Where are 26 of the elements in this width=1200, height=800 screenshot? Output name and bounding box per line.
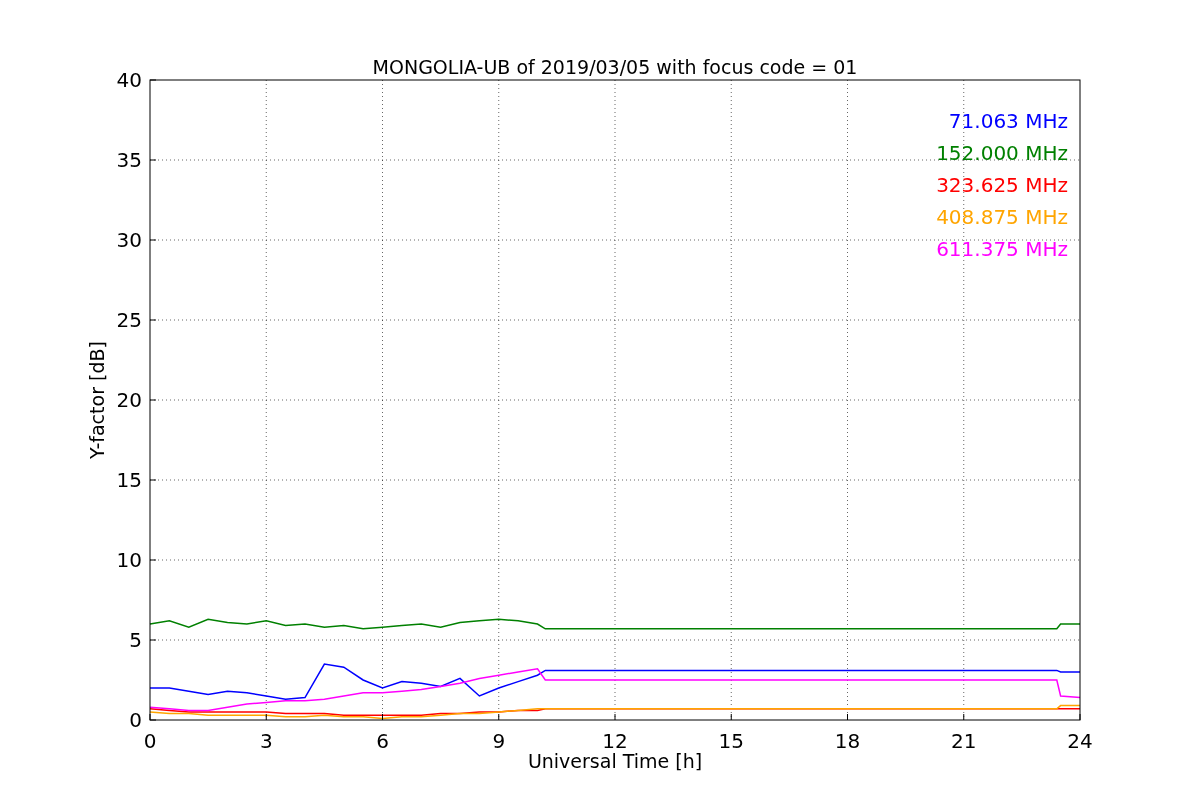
y-tick-label: 25 bbox=[116, 308, 142, 332]
x-tick-label: 12 bbox=[602, 729, 628, 753]
y-tick-label: 5 bbox=[129, 628, 142, 652]
x-tick-label: 18 bbox=[834, 729, 861, 753]
y-tick-label: 10 bbox=[116, 548, 142, 572]
x-tick-label: 9 bbox=[492, 729, 506, 753]
chart-title: MONGOLIA-UB of 2019/03/05 with focus code = 01 bbox=[372, 56, 858, 78]
x-tick-label: 0 bbox=[143, 729, 157, 753]
y-axis-label: Y-factor [dB] bbox=[86, 341, 108, 459]
y-tick-label: 35 bbox=[116, 148, 142, 172]
x-tick-label: 21 bbox=[951, 729, 977, 753]
y-tick-label: 0 bbox=[129, 708, 142, 732]
y-tick-label: 40 bbox=[116, 68, 142, 92]
y-tick-label: 15 bbox=[116, 468, 142, 492]
x-tick-label: 6 bbox=[376, 729, 389, 753]
legend-label: 611.375 MHz bbox=[936, 237, 1068, 261]
legend-label: 71.063 MHz bbox=[948, 109, 1068, 133]
y-tick-label: 30 bbox=[116, 228, 142, 252]
x-tick-label: 15 bbox=[718, 729, 744, 753]
x-tick-label: 3 bbox=[259, 729, 273, 753]
legend-label: 152.000 MHz bbox=[936, 141, 1068, 165]
y-tick-label: 20 bbox=[116, 388, 142, 412]
x-tick-label: 24 bbox=[1067, 729, 1093, 753]
legend-label: 323.625 MHz bbox=[936, 173, 1068, 197]
x-axis-label: Universal Time [h] bbox=[527, 750, 703, 772]
legend-label: 408.875 MHz bbox=[936, 205, 1068, 229]
